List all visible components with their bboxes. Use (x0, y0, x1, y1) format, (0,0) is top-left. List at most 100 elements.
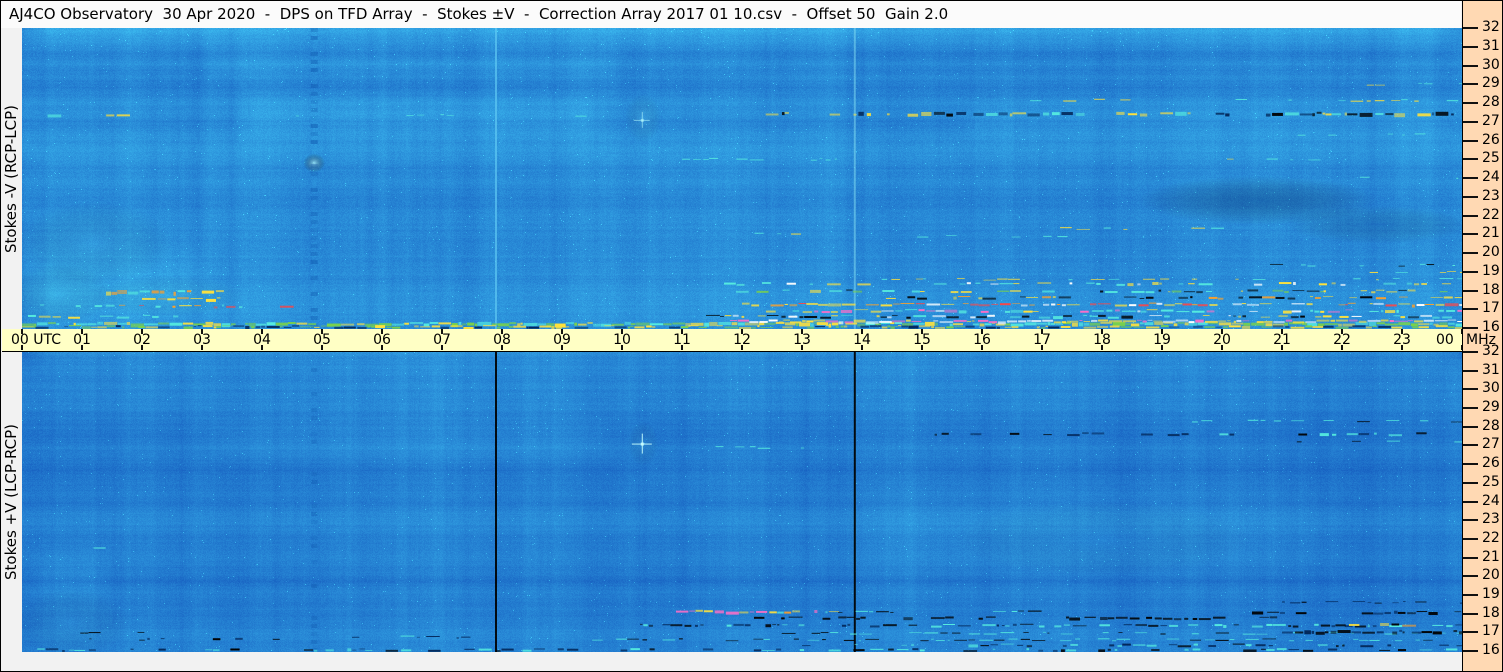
freq-tick (1463, 594, 1478, 596)
freq-tick (1463, 102, 1478, 104)
frequency-axis-strip: MHz 32 31 30 29 28 27 26 25 24 23 22 21 20 19 18 17 16 32… (1462, 1, 1502, 671)
hour-label: 03 (193, 332, 211, 348)
hour-label: 05 (313, 332, 331, 348)
freq-tick (1463, 407, 1478, 409)
freq-label: 29 (1482, 75, 1500, 91)
freq-label: 22 (1482, 207, 1500, 223)
hour-label: 10 (613, 332, 631, 348)
freq-label: 20 (1482, 244, 1500, 260)
spectrogram-stokes-plus-v (22, 352, 1462, 652)
freq-tick (1463, 233, 1478, 235)
freq-label: 28 (1482, 94, 1500, 110)
hour-label: 01 (73, 332, 91, 348)
freq-tick (1463, 519, 1478, 521)
hour-label: 09 (553, 332, 571, 348)
title-bar: AJ4CO Observatory 30 Apr 2020 - DPS on T… (1, 1, 1461, 28)
freq-tick (1463, 482, 1478, 484)
freq-label: 26 (1482, 132, 1500, 148)
hour-label: 13 (793, 332, 811, 348)
freq-tick (1463, 613, 1478, 615)
freq-tick (1463, 158, 1478, 160)
hour-label: 17 (1033, 332, 1051, 348)
freq-tick (1463, 557, 1478, 559)
hour-label: 08 (493, 332, 511, 348)
hour-label: 00 UTC (11, 332, 62, 348)
hour-label: 02 (133, 332, 151, 348)
freq-tick (1463, 177, 1478, 179)
freq-label: 31 (1482, 362, 1500, 378)
freq-tick (1463, 650, 1478, 652)
freq-label: 21 (1482, 549, 1500, 565)
freq-label: 17 (1482, 300, 1500, 316)
freq-tick (1463, 46, 1478, 48)
freq-label: 24 (1482, 169, 1500, 185)
hour-label: 04 (253, 332, 271, 348)
freq-label: 23 (1482, 511, 1500, 527)
freq-label: 26 (1482, 455, 1500, 471)
freq-tick (1463, 252, 1478, 254)
freq-label: 29 (1482, 399, 1500, 415)
freq-tick (1463, 351, 1478, 353)
left-axis-label-stokes-plus-v: Stokes +V (LCP-RCP) (1, 352, 21, 652)
freq-tick (1463, 83, 1478, 85)
hour-label: 07 (433, 332, 451, 348)
freq-label: 19 (1482, 586, 1500, 602)
freq-tick (1463, 215, 1478, 217)
freq-label: 30 (1482, 57, 1500, 73)
freq-tick (1463, 65, 1478, 67)
hour-label: 16 (973, 332, 991, 348)
hour-label: 14 (853, 332, 871, 348)
freq-tick (1463, 463, 1478, 465)
hour-label: 00 (1436, 332, 1454, 348)
freq-label: 32 (1482, 343, 1500, 359)
hour-label: 12 (733, 332, 751, 348)
freq-tick (1463, 538, 1478, 540)
freq-tick (1463, 308, 1478, 310)
hour-label: 20 (1213, 332, 1231, 348)
freq-label: 30 (1482, 380, 1500, 396)
hour-label: 18 (1093, 332, 1111, 348)
hour-label: 15 (913, 332, 931, 348)
freq-label: 32 (1482, 19, 1500, 35)
freq-label: 21 (1482, 225, 1500, 241)
freq-label: 17 (1482, 623, 1500, 639)
hour-label: 21 (1273, 332, 1291, 348)
time-axis: 00 UTC 01 02 03 04 05 06 07 08 09 10 11 12 13 14 15 16 17… (2, 329, 1463, 352)
freq-label: 22 (1482, 530, 1500, 546)
dps-spectrogram-window: AJ4CO Observatory 30 Apr 2020 - DPS on T… (0, 0, 1503, 672)
freq-label: 31 (1482, 38, 1500, 54)
freq-label: 19 (1482, 263, 1500, 279)
freq-label: 18 (1482, 282, 1500, 298)
title-text: AJ4CO Observatory 30 Apr 2020 - DPS on T… (9, 5, 949, 23)
hour-label: 11 (673, 332, 691, 348)
hour-label: 19 (1153, 332, 1171, 348)
stokes-minus-v-label: Stokes -V (RCP-LCP) (2, 104, 20, 253)
freq-tick (1463, 631, 1478, 633)
freq-label: 28 (1482, 418, 1500, 434)
freq-label: 18 (1482, 605, 1500, 621)
hour-label: 22 (1333, 332, 1351, 348)
freq-tick (1463, 196, 1478, 198)
freq-label: 20 (1482, 567, 1500, 583)
freq-tick (1463, 426, 1478, 428)
left-axis-label-stokes-minus-v: Stokes -V (RCP-LCP) (1, 28, 21, 329)
freq-label: 25 (1482, 474, 1500, 490)
freq-label: 23 (1482, 188, 1500, 204)
freq-label: 16 (1482, 642, 1500, 658)
freq-tick (1463, 140, 1478, 142)
hour-label: 23 (1393, 332, 1411, 348)
freq-tick (1463, 271, 1478, 273)
freq-label: 27 (1482, 436, 1500, 452)
freq-tick (1463, 501, 1478, 503)
freq-label: 16 (1482, 319, 1500, 335)
freq-tick (1463, 327, 1478, 329)
freq-tick (1463, 290, 1478, 292)
freq-label: 24 (1482, 493, 1500, 509)
freq-tick (1463, 121, 1478, 123)
freq-tick (1463, 388, 1478, 390)
freq-tick (1463, 27, 1478, 29)
freq-tick (1463, 575, 1478, 577)
freq-label: 27 (1482, 113, 1500, 129)
freq-tick (1463, 370, 1478, 372)
spectrogram-stokes-minus-v (22, 28, 1462, 329)
